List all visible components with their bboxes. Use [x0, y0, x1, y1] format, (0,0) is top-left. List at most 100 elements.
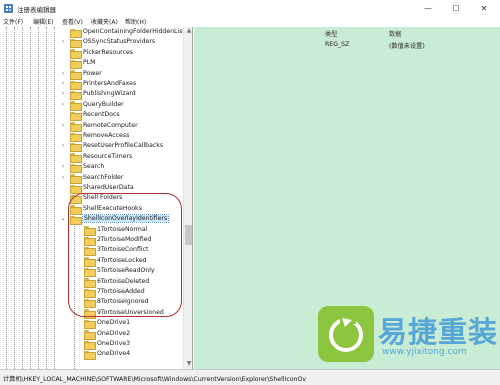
tree-item[interactable]: OpenContainingFolderHiddenList — [0, 27, 185, 38]
scroll-up-arrow-icon[interactable]: ▲ — [184, 27, 192, 36]
folder-icon — [84, 278, 96, 287]
folder-icon — [70, 28, 82, 38]
tree-item-label: Search — [83, 163, 105, 171]
column-header-data[interactable]: 数据 — [389, 29, 401, 38]
scroll-down-arrow-icon[interactable]: ▼ — [184, 360, 192, 369]
registry-tree[interactable]: OpenContainingFolderHiddenList › OSSyncS… — [0, 27, 193, 369]
folder-icon — [70, 163, 82, 173]
expand-arrow-icon[interactable] — [60, 133, 66, 139]
tree-item-label: PickerResources — [83, 48, 134, 56]
tree-item[interactable]: RemoveAccess — [0, 131, 183, 142]
expand-arrow-icon[interactable]: › — [60, 91, 66, 97]
tree-item[interactable]: Shell Folders — [0, 193, 183, 204]
watermark-logo-icon — [318, 306, 374, 362]
folder-icon — [70, 122, 82, 131]
tree-item[interactable]: ResourceTimers — [0, 152, 183, 163]
tree-child-item[interactable]: OneDrive3 — [0, 339, 183, 350]
expand-arrow-icon[interactable] — [60, 50, 66, 56]
tree-item[interactable]: › SearchFolder — [0, 173, 183, 183]
expand-arrow-icon[interactable] — [60, 29, 66, 35]
folder-icon — [84, 330, 96, 339]
expand-arrow-icon[interactable]: › — [60, 39, 66, 45]
tree-item[interactable]: ShellExecuteHooks — [0, 204, 183, 215]
tree-child-item[interactable]: 3TortoiseConflict — [0, 245, 183, 256]
tree-item[interactable]: SharedUserData — [0, 183, 183, 194]
tree-child-item[interactable]: OneDrive2 — [0, 329, 183, 339]
tree-item[interactable]: › QueryBuilder — [0, 100, 183, 111]
close-button[interactable]: ✕ — [470, 0, 498, 17]
expand-arrow-icon[interactable] — [60, 112, 66, 118]
tree-item[interactable]: › Search — [0, 162, 183, 173]
tree-item-label: 9TortoiseUnversioned — [97, 308, 164, 316]
tree-child-item[interactable]: OneDrive1 — [0, 318, 183, 329]
tree-item-selected[interactable]: ⌄ ShellIconOverlayIdentifiers — [0, 214, 183, 225]
value-data-cell[interactable]: (数值未设置) — [389, 41, 425, 50]
tree-item[interactable]: › RemoteComputer — [0, 121, 183, 131]
menu-file[interactable]: 文件(F) — [3, 17, 23, 26]
tree-item[interactable]: › PrintersAndFaxes — [0, 79, 183, 90]
folder-icon — [70, 59, 82, 69]
folder-icon — [70, 90, 82, 100]
collapse-arrow-icon[interactable]: ⌄ — [60, 216, 66, 222]
expand-arrow-icon[interactable]: › — [60, 101, 66, 108]
tree-item-label: ResetUserProfileCallbacks — [83, 142, 164, 150]
maximize-button[interactable]: ☐ — [442, 0, 470, 17]
tree-item[interactable]: PLM — [0, 58, 183, 69]
folder-icon — [70, 38, 82, 48]
menu-view[interactable]: 查看(V) — [62, 17, 83, 26]
expand-arrow-icon[interactable] — [60, 60, 66, 66]
tree-item[interactable]: › Power — [0, 69, 183, 79]
tree-scrollbar[interactable]: ▲ ▼ — [183, 27, 192, 369]
tree-child-item[interactable]: OneDrive4 — [0, 349, 183, 360]
tree-child-item[interactable]: 6TortoiseDeleted — [0, 277, 183, 287]
tree-item-label: PLM — [83, 59, 96, 67]
title-bar: 注册表编辑器 — ☐ ✕ — [0, 0, 500, 17]
tree-child-item[interactable]: 8TortoiseIgnored — [0, 297, 183, 308]
folder-icon — [70, 153, 82, 163]
menu-edit[interactable]: 编辑(E) — [33, 17, 53, 26]
scroll-thumb[interactable] — [185, 225, 192, 245]
tree-child-item[interactable]: 4TortoiseLocked — [0, 256, 183, 267]
tree-item[interactable]: RecentDocs — [0, 110, 183, 121]
minimize-button[interactable]: — — [414, 0, 442, 17]
tree-item-label: SearchFolder — [83, 173, 124, 181]
menu-help[interactable]: 帮助(H) — [125, 17, 146, 26]
expand-arrow-icon[interactable]: › — [60, 81, 66, 87]
tree-child-item[interactable]: 7TortoiseAdded — [0, 287, 183, 298]
folder-icon — [70, 132, 82, 142]
tree-item[interactable]: › PublishingWizard — [0, 89, 183, 100]
tree-child-item[interactable]: 1TortoiseNormal — [0, 225, 183, 235]
folder-icon — [84, 350, 96, 360]
tree-item-label: RemoteComputer — [83, 121, 138, 129]
registry-path: 计算机\HKEY_LOCAL_MACHINE\SOFTWARE\Microsof… — [3, 376, 306, 383]
tree-item-label: 3TortoiseConflict — [97, 246, 149, 254]
tree-child-item[interactable]: 2TortoiseModified — [0, 235, 183, 246]
expand-arrow-icon[interactable]: › — [60, 122, 66, 129]
column-header-type[interactable]: 类型 — [325, 29, 337, 38]
expand-arrow-icon[interactable]: › — [60, 174, 66, 181]
expand-arrow-icon[interactable]: › — [60, 164, 66, 170]
tree-child-item[interactable]: 5TortoiseReadOnly — [0, 266, 183, 277]
tree-item-label: ResourceTimers — [83, 152, 133, 160]
folder-icon — [70, 70, 82, 79]
folder-icon — [70, 101, 82, 111]
tree-child-item[interactable]: 9TortoiseUnversioned — [0, 308, 183, 319]
menu-favorites[interactable]: 收藏夹(A) — [91, 17, 118, 26]
tree-item-label: OneDrive3 — [97, 340, 131, 347]
tree-item-label: 8TortoiseIgnored — [97, 298, 149, 306]
tree-item[interactable]: › OSSyncStatusProviders — [0, 37, 183, 48]
expand-arrow-icon[interactable] — [60, 185, 66, 191]
folder-icon — [84, 309, 96, 319]
open-folder-icon — [70, 215, 82, 225]
value-type-cell[interactable]: REG_SZ — [325, 41, 349, 48]
tree-item-label: Power — [83, 69, 102, 77]
folder-icon — [84, 257, 96, 267]
tree-item[interactable]: › ResetUserProfileCallbacks — [0, 141, 183, 152]
tree-item-label: 6TortoiseDeleted — [97, 277, 150, 285]
expand-arrow-icon[interactable]: › — [60, 143, 66, 149]
expand-arrow-icon[interactable] — [60, 154, 66, 160]
tree-item[interactable]: PickerResources — [0, 48, 183, 59]
expand-arrow-icon[interactable] — [60, 195, 66, 201]
expand-arrow-icon[interactable]: › — [60, 70, 66, 77]
expand-arrow-icon[interactable] — [60, 206, 66, 212]
